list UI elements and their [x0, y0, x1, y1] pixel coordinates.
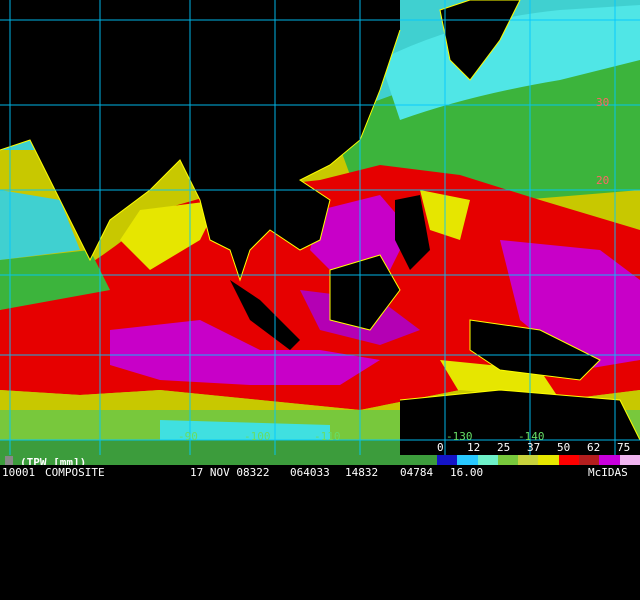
colorbar-tick: 37	[527, 441, 541, 454]
colorbar-tick: 12	[467, 441, 481, 454]
status-product: COMPOSITE	[45, 466, 105, 479]
status-seq: 14832	[345, 466, 379, 479]
colorbar-tick: 0	[437, 441, 444, 454]
colorbar-ticks: 0 12 25 37 50 62 75	[430, 441, 640, 454]
longitude-label: -100	[244, 430, 271, 443]
tpw-map: 3020-90 -100 -110 -130 -140	[0, 0, 640, 480]
longitude-label: -110	[314, 430, 341, 443]
latitude-label: 20	[596, 174, 609, 187]
longitude-label: -90	[178, 430, 198, 443]
status-date: 17 NOV 08322	[190, 466, 270, 479]
latitude-label: 30	[596, 96, 609, 109]
status-res: 16.00	[450, 466, 484, 479]
status-code: 04784	[400, 466, 434, 479]
colorbar-tick: 50	[557, 441, 571, 454]
status-time: 064033	[290, 466, 330, 479]
status-id: 10001	[2, 466, 36, 479]
colorbar-tick: 62	[587, 441, 601, 454]
status-bar: 10001 COMPOSITE 17 NOV 08322 064033 1483…	[0, 465, 640, 480]
colorbar-tick: 25	[497, 441, 511, 454]
status-logo: McIDAS	[588, 466, 628, 479]
colorbar-tick: 75	[617, 441, 631, 454]
